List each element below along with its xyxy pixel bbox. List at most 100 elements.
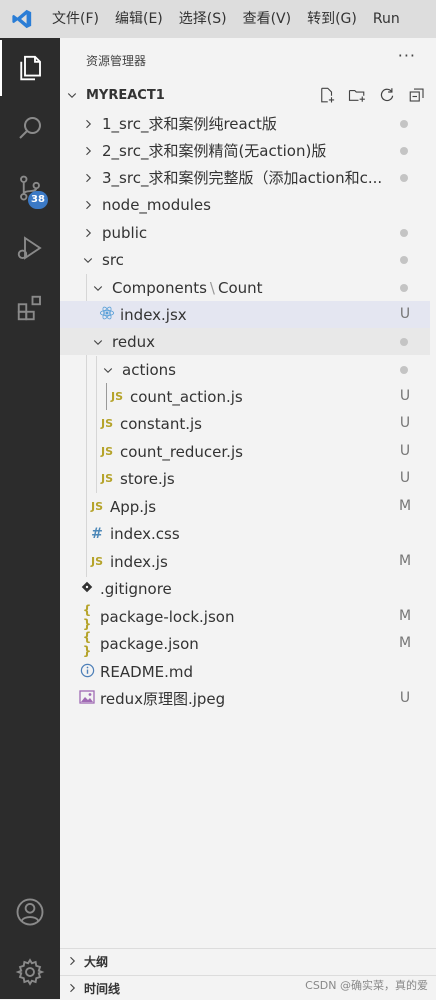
run-debug-icon[interactable] bbox=[0, 220, 60, 276]
tree-folder-redux[interactable]: redux bbox=[60, 328, 430, 355]
source-control-icon[interactable]: 38 bbox=[0, 160, 60, 216]
tree-folder-public[interactable]: public bbox=[60, 219, 430, 246]
accounts-icon[interactable] bbox=[0, 884, 60, 940]
workspace-root[interactable]: MYREACT1 bbox=[60, 84, 436, 106]
explorer-icon[interactable] bbox=[0, 40, 60, 96]
tree-file-gitignore[interactable]: .gitignore bbox=[60, 575, 430, 602]
react-icon bbox=[98, 305, 116, 324]
tree-item-label: Components bbox=[112, 278, 207, 297]
chevron-down-icon bbox=[80, 254, 96, 266]
css-file-icon: # bbox=[91, 525, 103, 542]
chevron-down-icon bbox=[90, 336, 106, 348]
tree-folder-components-count[interactable]: Components \ Count bbox=[60, 274, 430, 301]
menu-view[interactable]: 查看(V) bbox=[235, 0, 300, 38]
git-status: U bbox=[399, 388, 411, 404]
tree-item-label: constant.js bbox=[120, 414, 202, 433]
tree-folder-2-src[interactable]: 2_src_求和案例精简(无action)版 bbox=[60, 137, 430, 164]
git-status: M bbox=[398, 553, 412, 569]
refresh-icon[interactable] bbox=[374, 84, 400, 106]
explorer-sidebar: 资源管理器 ··· MYREACT1 1_src_求和案例纯react版 2_s… bbox=[60, 38, 436, 999]
menu-go[interactable]: 转到(G) bbox=[299, 0, 365, 38]
collapse-all-icon[interactable] bbox=[404, 84, 430, 106]
git-status: U bbox=[399, 306, 411, 322]
git-status: U bbox=[399, 443, 411, 459]
status-dot bbox=[400, 256, 408, 264]
search-icon[interactable] bbox=[0, 100, 60, 156]
js-file-icon: JS bbox=[90, 500, 103, 513]
vscode-logo-icon bbox=[0, 0, 44, 38]
menu-run[interactable]: Run bbox=[365, 0, 408, 38]
status-dot bbox=[400, 229, 408, 237]
extensions-icon[interactable] bbox=[0, 280, 60, 336]
status-dot bbox=[400, 120, 408, 128]
chevron-right-icon bbox=[80, 227, 96, 239]
new-file-icon[interactable] bbox=[314, 84, 340, 106]
js-file-icon: JS bbox=[100, 445, 113, 458]
info-icon bbox=[78, 663, 96, 681]
tree-item-label: store.js bbox=[120, 469, 175, 488]
menu-edit[interactable]: 编辑(E) bbox=[107, 0, 171, 38]
chevron-right-icon bbox=[70, 983, 76, 993]
tree-file-app[interactable]: JS App.js M bbox=[60, 493, 430, 520]
status-dot bbox=[400, 366, 408, 374]
tree-item-label: count_reducer.js bbox=[120, 442, 243, 461]
tree-item-label: index.jsx bbox=[120, 305, 187, 324]
timeline-label: 时间线 bbox=[84, 981, 121, 996]
git-status: M bbox=[398, 498, 412, 514]
more-actions-icon[interactable]: ··· bbox=[398, 46, 416, 65]
tree-file-readme[interactable]: README.md bbox=[60, 658, 430, 685]
js-file-icon: JS bbox=[90, 555, 103, 568]
tree-file-store[interactable]: JS store.js U bbox=[60, 465, 430, 492]
tree-file-redux-diagram[interactable]: redux原理图.jpeg U bbox=[60, 685, 430, 712]
tree-folder-actions[interactable]: actions bbox=[60, 356, 430, 383]
chevron-right-icon bbox=[70, 956, 76, 966]
chevron-right-icon bbox=[80, 145, 96, 157]
menu-file[interactable]: 文件(F) bbox=[44, 0, 107, 38]
tree-item-label: index.js bbox=[110, 552, 168, 571]
tree-item-label: src bbox=[102, 250, 124, 269]
tree-file-index-jsx[interactable]: index.jsx U bbox=[60, 301, 430, 328]
watermark: CSDN @确实菜，真的爱 bbox=[305, 979, 428, 992]
tree-item-label: redux原理图.jpeg bbox=[100, 690, 226, 708]
tree-item-label-2: Count bbox=[217, 278, 263, 297]
tree-file-count-action[interactable]: JS count_action.js U bbox=[60, 383, 430, 410]
tree-file-index-css[interactable]: # index.css bbox=[60, 520, 430, 547]
activity-bar: 38 bbox=[0, 38, 60, 999]
outline-panel-header[interactable]: 大纲 bbox=[60, 948, 436, 973]
tree-file-package-json[interactable]: { } package.json M bbox=[60, 630, 430, 658]
menu-selection[interactable]: 选择(S) bbox=[171, 0, 235, 38]
tree-item-label: 2_src_求和案例精简(无action)版 bbox=[102, 142, 327, 160]
tree-item-label: actions bbox=[122, 360, 176, 379]
git-status: U bbox=[399, 690, 411, 706]
tree-item-label: package.json bbox=[100, 634, 199, 653]
path-separator: \ bbox=[209, 278, 215, 297]
tree-folder-3-src[interactable]: 3_src_求和案例完整版（添加action和c... bbox=[60, 164, 430, 191]
tree-item-label: 1_src_求和案例纯react版 bbox=[102, 115, 277, 133]
tree-file-constant[interactable]: JS constant.js U bbox=[60, 410, 430, 437]
workspace-name: MYREACT1 bbox=[86, 87, 165, 103]
git-status: U bbox=[399, 470, 411, 486]
status-dot bbox=[400, 284, 408, 292]
tree-item-label: count_action.js bbox=[130, 387, 243, 406]
chevron-right-icon bbox=[80, 199, 96, 211]
outline-label: 大纲 bbox=[84, 954, 109, 969]
image-file-icon bbox=[78, 690, 96, 707]
js-file-icon: JS bbox=[100, 417, 113, 430]
git-status: U bbox=[399, 415, 411, 431]
tree-file-package-lock[interactable]: { } package-lock.json M bbox=[60, 602, 430, 631]
tree-item-label: redux bbox=[112, 332, 155, 351]
new-folder-icon[interactable] bbox=[344, 84, 370, 106]
git-icon bbox=[78, 581, 96, 596]
tree-item-label: package-lock.json bbox=[100, 607, 235, 626]
tree-folder-node-modules[interactable]: node_modules bbox=[60, 191, 430, 218]
tree-item-label: App.js bbox=[110, 497, 157, 516]
status-dot bbox=[400, 174, 408, 182]
tree-folder-1-src[interactable]: 1_src_求和案例纯react版 bbox=[60, 110, 430, 137]
json-file-icon: { } bbox=[82, 602, 92, 631]
chevron-down-icon bbox=[67, 93, 77, 99]
tree-file-count-reducer[interactable]: JS count_reducer.js U bbox=[60, 438, 430, 465]
tree-folder-src[interactable]: src bbox=[60, 246, 430, 273]
chevron-down-icon bbox=[90, 282, 106, 294]
settings-gear-icon[interactable] bbox=[0, 944, 60, 1000]
tree-file-index-js[interactable]: JS index.js M bbox=[60, 548, 430, 575]
